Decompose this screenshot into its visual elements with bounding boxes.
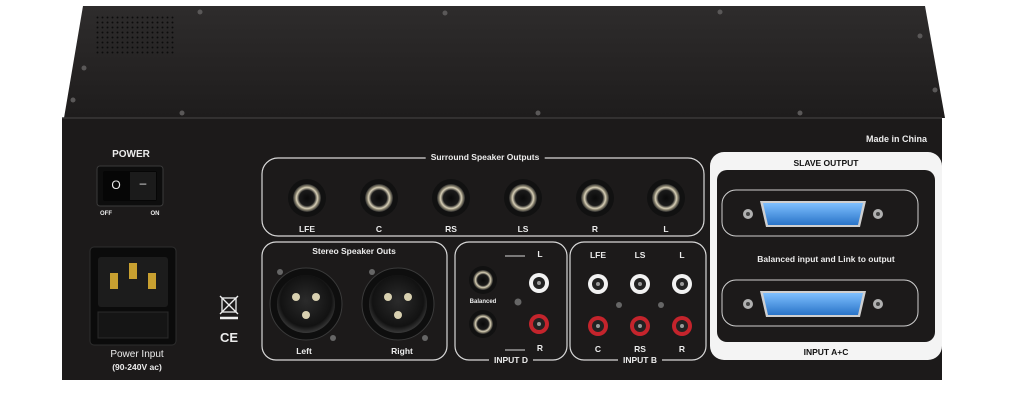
stereo-left-label: Left (296, 346, 312, 356)
jack-rs[interactable] (437, 184, 465, 212)
input-d-trs-l[interactable] (473, 270, 493, 290)
input-b-bottom-r: R (678, 344, 686, 354)
input-d-trs-r[interactable] (473, 314, 493, 334)
xlr-right[interactable] (361, 267, 435, 341)
stereo-outs-title: Stereo Speaker Outs (312, 246, 396, 256)
jack-l[interactable] (652, 184, 680, 212)
switch-on-mark: – (139, 176, 147, 190)
made-in-label: Made in China (866, 134, 928, 144)
jack-r[interactable] (581, 184, 609, 212)
input-b-top-l: L (679, 250, 685, 260)
slave-output-title: SLAVE OUTPUT (793, 158, 859, 168)
switch-off-mark: O (111, 178, 121, 192)
power-title: POWER (112, 149, 150, 160)
surround-label-ls: LS (517, 224, 529, 234)
input-a-c-title: INPUT A+C (803, 347, 849, 357)
surround-label-lfe: LFE (298, 224, 316, 234)
slave-middle-label: Balanced input and Link to output (757, 254, 895, 264)
off-label: OFF (100, 211, 112, 217)
surround-label-l: L (663, 224, 669, 234)
input-b-bottom-rs: RS (634, 344, 646, 354)
input-d-balanced-label: Balanced (469, 299, 497, 305)
jack-lfe[interactable] (293, 184, 321, 212)
input-d-title: INPUT D (489, 355, 533, 365)
jack-ls[interactable] (509, 184, 537, 212)
input-d-top-label: L (537, 249, 543, 259)
surround-outputs-title: Surround Speaker Outputs (425, 152, 545, 162)
power-input-voltage: (90-240V ac) (112, 362, 162, 372)
stereo-right-label: Right (391, 346, 413, 356)
surround-label-c: C (375, 224, 383, 234)
top-cover (64, 6, 945, 118)
jack-c[interactable] (365, 184, 393, 212)
on-label: ON (150, 211, 160, 217)
vent-grille (95, 14, 175, 56)
input-b-top-ls: LS (634, 250, 646, 260)
input-d-bottom-label: R (536, 343, 544, 353)
amplifier-rear-panel: POWER O – OFF ON Power Input (90-240V ac… (0, 0, 1023, 410)
surround-label-r: R (591, 224, 599, 234)
surround-label-rs: RS (445, 224, 457, 234)
power-input-label: Power Input (110, 349, 164, 360)
input-b-title: INPUT B (618, 355, 662, 365)
xlr-left[interactable] (269, 267, 343, 341)
ce-mark: CE (220, 330, 239, 345)
input-b-top-lfe: LFE (589, 250, 607, 260)
input-b-bottom-c: C (594, 344, 602, 354)
